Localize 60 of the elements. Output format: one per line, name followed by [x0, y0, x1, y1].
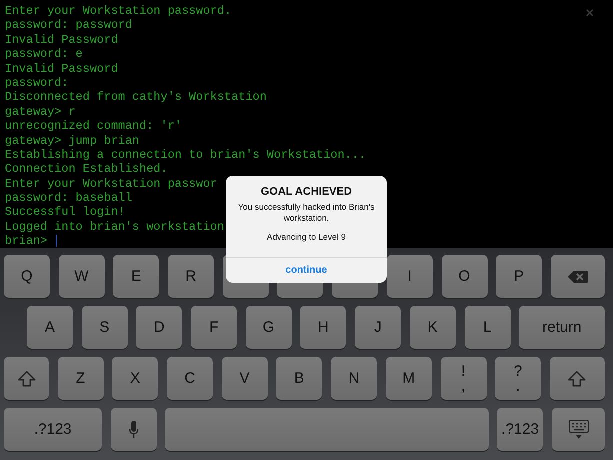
terminal-line: password: e [5, 47, 83, 62]
terminal-line: Enter your Workstation passwor [5, 176, 218, 192]
terminal-line: password: baseball [5, 191, 132, 206]
key[interactable]: ! , [440, 357, 486, 400]
key[interactable]: Z [58, 357, 104, 400]
key[interactable]: L [464, 306, 510, 349]
key[interactable]: B [276, 357, 322, 400]
key[interactable]: D [136, 306, 182, 349]
key[interactable]: M [386, 357, 432, 400]
key[interactable]: X [112, 357, 158, 400]
terminal-line: password: password [5, 18, 132, 33]
key[interactable]: P [496, 255, 542, 298]
key[interactable]: C [167, 357, 214, 400]
backspace-icon [568, 270, 588, 282]
dictation-key[interactable] [110, 408, 157, 451]
keyboard-icon [568, 420, 588, 440]
key[interactable]: W [58, 255, 105, 298]
key[interactable]: return [519, 306, 605, 349]
key[interactable]: O [442, 255, 488, 298]
terminal-line: brian> [5, 234, 48, 249]
key[interactable]: Q [4, 255, 50, 298]
key[interactable]: H [300, 306, 346, 349]
key[interactable]: J [355, 306, 402, 349]
key[interactable]: E [113, 255, 160, 298]
terminal-line: Invalid Password [5, 32, 118, 48]
terminal-line: Successful login! [5, 205, 126, 220]
key[interactable]: V [222, 357, 268, 400]
terminal-line: gateway> r [5, 104, 76, 120]
key[interactable]: .?123 [4, 408, 102, 451]
key[interactable]: S [82, 306, 128, 349]
terminal-line: Connection Established. [5, 162, 168, 177]
terminal-line: Establishing a connection to brian's Workstation... [5, 148, 366, 162]
microphone-icon [128, 420, 139, 438]
dialog-note: Advancing to Level 9 [267, 232, 346, 242]
key[interactable]: N [331, 357, 378, 400]
key[interactable]: G [246, 306, 292, 349]
shift-icon [568, 370, 586, 386]
shift-icon [18, 370, 36, 386]
key[interactable]: .?123 [497, 408, 544, 451]
key[interactable]: K [410, 306, 456, 349]
hide-keyboard-key[interactable] [552, 408, 605, 451]
text-cursor [56, 235, 58, 248]
backspace-key[interactable] [550, 255, 605, 298]
shift-key[interactable] [550, 357, 605, 400]
terminal-line: Enter your Workstation password. [5, 4, 232, 18]
terminal-line: Logged into brian's workstation [5, 220, 224, 234]
terminal-line: Invalid Password [5, 62, 118, 76]
key[interactable]: R [168, 255, 214, 298]
key[interactable]: I [386, 255, 433, 298]
key[interactable]: ? . [495, 357, 542, 400]
key[interactable]: A [27, 306, 73, 349]
shift-key[interactable] [4, 357, 49, 400]
terminal-line: Disconnected from cathy's Workstation [5, 90, 267, 105]
continue-button[interactable]: continue [226, 257, 387, 283]
dialog-title: GOAL ACHIEVED [260, 186, 352, 198]
terminal-line: gateway> jump brian [5, 134, 140, 148]
dialog-message: You successfully hacked into Brian's workstation. [237, 202, 376, 224]
terminal-line: unrecognized command: 'r' [5, 119, 182, 134]
terminal-line: password: [5, 76, 69, 90]
key[interactable]: F [191, 306, 238, 349]
